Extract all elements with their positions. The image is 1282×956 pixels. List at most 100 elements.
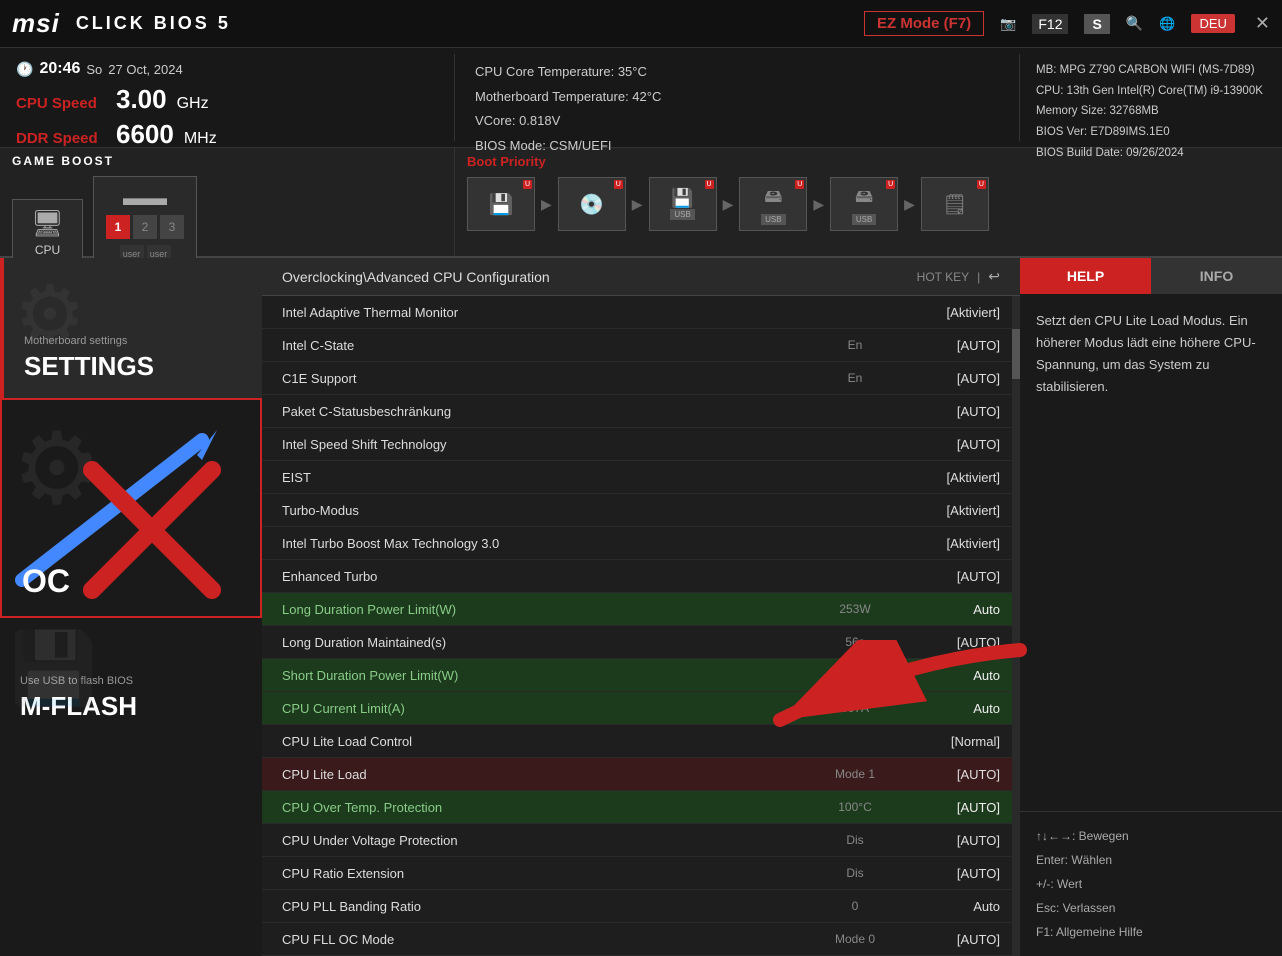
- row-sub: 253W: [820, 602, 890, 616]
- table-row[interactable]: CPU FLL OC Mode Mode 0 [AUTO]: [262, 923, 1020, 956]
- row-value: [Aktiviert]: [890, 503, 1000, 518]
- row-value: Auto: [890, 899, 1000, 914]
- row-value: [AUTO]: [890, 866, 1000, 881]
- table-row[interactable]: Intel C-State En [AUTO]: [262, 329, 1020, 362]
- row-value: [AUTO]: [890, 800, 1000, 815]
- msi-logo: msi: [12, 8, 60, 39]
- row-name: Turbo-Modus: [282, 503, 820, 518]
- row-sub: En: [820, 338, 890, 352]
- row-value: Auto: [890, 602, 1000, 617]
- back-icon[interactable]: ↩: [988, 268, 1000, 285]
- profile-3[interactable]: 3: [160, 215, 184, 239]
- row-value: [Aktiviert]: [890, 305, 1000, 320]
- system-readings-block: CPU Core Temperature: 35°C Motherboard T…: [455, 54, 1020, 141]
- boot-item-5[interactable]: 🖴 USB U: [830, 177, 898, 231]
- nav-hint-enter: Enter: Wählen: [1036, 848, 1266, 872]
- ram-icon: ▬▬: [123, 185, 167, 211]
- row-sub: 307A: [820, 701, 890, 715]
- sidebar-item-settings[interactable]: ⚙ Motherboard settings SETTINGS: [0, 258, 262, 398]
- cpu-temp: CPU Core Temperature: 35°C: [475, 60, 999, 85]
- table-row[interactable]: C1E Support En [AUTO]: [262, 362, 1020, 395]
- ez-mode-button[interactable]: EZ Mode (F7): [864, 11, 984, 36]
- table-row[interactable]: Long Duration Maintained(s) 56s [AUTO]: [262, 626, 1020, 659]
- main-content-section: ⚙ Motherboard settings SETTINGS ⚙ OC 💾 U…: [0, 258, 1282, 956]
- globe-icon[interactable]: 🌐: [1159, 16, 1175, 32]
- table-row[interactable]: CPU Under Voltage Protection Dis [AUTO]: [262, 824, 1020, 857]
- table-row[interactable]: Intel Speed Shift Technology [AUTO]: [262, 428, 1020, 461]
- table-row[interactable]: CPU Over Temp. Protection 100°C [AUTO]: [262, 791, 1020, 824]
- sidebar-item-mflash[interactable]: 💾 Use USB to flash BIOS M-FLASH: [0, 618, 262, 738]
- hotkey-area: HOT KEY | ↩: [917, 268, 1000, 285]
- sidebar-item-oc[interactable]: ⚙ OC: [0, 398, 262, 618]
- nav-hint-esc: Esc: Verlassen: [1036, 896, 1266, 920]
- row-value: [AUTO]: [890, 404, 1000, 419]
- cpu-name: CPU: 13th Gen Intel(R) Core(TM) i9-13900…: [1036, 81, 1266, 102]
- table-row[interactable]: CPU Lite Load Mode 1 [AUTO]: [262, 758, 1020, 791]
- row-name: EIST: [282, 470, 820, 485]
- row-value: [AUTO]: [890, 932, 1000, 947]
- table-row[interactable]: Turbo-Modus [Aktiviert]: [262, 494, 1020, 527]
- boot-item-2[interactable]: 💿 U: [558, 177, 626, 231]
- boot-arrow-1: ▶: [541, 196, 552, 213]
- cpu-chip-icon: 🖥: [31, 208, 64, 239]
- table-row[interactable]: CPU PLL Banding Ratio 0 Auto: [262, 890, 1020, 923]
- row-name: Enhanced Turbo: [282, 569, 820, 584]
- table-row[interactable]: CPU Lite Load Control [Normal]: [262, 725, 1020, 758]
- boot-item-3[interactable]: 💾 USB U: [649, 177, 717, 231]
- table-row[interactable]: EIST [Aktiviert]: [262, 461, 1020, 494]
- row-name: C1E Support: [282, 371, 820, 386]
- breadcrumb-bar: Overclocking\Advanced CPU Configuration …: [262, 258, 1020, 296]
- scrollbar-thumb[interactable]: [1012, 329, 1020, 379]
- table-row[interactable]: Intel Turbo Boost Max Technology 3.0 [Ak…: [262, 527, 1020, 560]
- table-row[interactable]: CPU Ratio Extension Dis [AUTO]: [262, 857, 1020, 890]
- row-sub: 56s: [820, 635, 890, 649]
- language-button[interactable]: DEU: [1191, 14, 1234, 33]
- cpu-block-label: CPU: [35, 243, 60, 257]
- breadcrumb-path: Overclocking\Advanced CPU Configuration: [282, 269, 550, 285]
- row-name: CPU Over Temp. Protection: [282, 800, 820, 815]
- hotkey-sep: |: [977, 270, 980, 284]
- bios-name: CLICK BIOS 5: [76, 13, 231, 34]
- row-name: Intel Speed Shift Technology: [282, 437, 820, 452]
- row-name: Short Duration Power Limit(W): [282, 668, 820, 683]
- cpu-speed-unit: GHz: [177, 95, 209, 113]
- table-row[interactable]: Paket C-Statusbeschränkung [AUTO]: [262, 395, 1020, 428]
- row-sub: En: [820, 371, 890, 385]
- camera-icon[interactable]: 📷: [1000, 16, 1016, 32]
- boot-item-4[interactable]: 🖴 USB U: [739, 177, 807, 231]
- row-value: [Aktiviert]: [890, 470, 1000, 485]
- profile-1[interactable]: 1: [106, 215, 130, 239]
- s-button[interactable]: S: [1084, 14, 1109, 34]
- memory-size: Memory Size: 32768MB: [1036, 101, 1266, 122]
- table-row[interactable]: Intel Adaptive Thermal Monitor [Aktivier…: [262, 296, 1020, 329]
- row-value: [Normal]: [890, 734, 1000, 749]
- row-value: [AUTO]: [890, 767, 1000, 782]
- nav-hint-f1: F1: Allgemeine Hilfe: [1036, 920, 1266, 944]
- boot-item-6[interactable]: 🗒 U: [921, 177, 989, 231]
- game-boost-section: GAME BOOST 🖥 CPU ▬▬ 1 2 3 user user XMP …: [0, 148, 455, 256]
- boot-arrow-3: ▶: [723, 196, 734, 213]
- cpu-block[interactable]: 🖥 CPU: [12, 199, 83, 266]
- help-tab[interactable]: HELP: [1020, 258, 1151, 294]
- search-icon[interactable]: 🔍: [1126, 15, 1143, 32]
- row-value: [AUTO]: [890, 635, 1000, 650]
- header-bar: msi CLICK BIOS 5 EZ Mode (F7) 📷 F12 S 🔍 …: [0, 0, 1282, 48]
- profile-2[interactable]: 2: [133, 215, 157, 239]
- table-row[interactable]: Long Duration Power Limit(W) 253W Auto: [262, 593, 1020, 626]
- boot-arrow-5: ▶: [904, 196, 915, 213]
- boot-item-1[interactable]: 💾 U: [467, 177, 535, 231]
- time-display: 20:46: [39, 60, 80, 78]
- table-row[interactable]: Enhanced Turbo [AUTO]: [262, 560, 1020, 593]
- table-row[interactable]: CPU Current Limit(A) 307A Auto: [262, 692, 1020, 725]
- row-value: [AUTO]: [890, 338, 1000, 353]
- boot-arrow-2: ▶: [632, 196, 643, 213]
- close-icon[interactable]: ✕: [1255, 13, 1270, 34]
- oc-label: OC: [22, 563, 70, 600]
- info-tab[interactable]: INFO: [1151, 258, 1282, 294]
- f12-button[interactable]: F12: [1032, 14, 1068, 34]
- header-right: EZ Mode (F7) 📷 F12 S 🔍 🌐 DEU ✕: [864, 11, 1270, 36]
- boost-bar: GAME BOOST 🖥 CPU ▬▬ 1 2 3 user user XMP …: [0, 148, 1282, 258]
- scrollbar[interactable]: [1012, 296, 1020, 956]
- table-row[interactable]: Short Duration Power Limit(W) 253W Auto: [262, 659, 1020, 692]
- row-name: Intel Adaptive Thermal Monitor: [282, 305, 820, 320]
